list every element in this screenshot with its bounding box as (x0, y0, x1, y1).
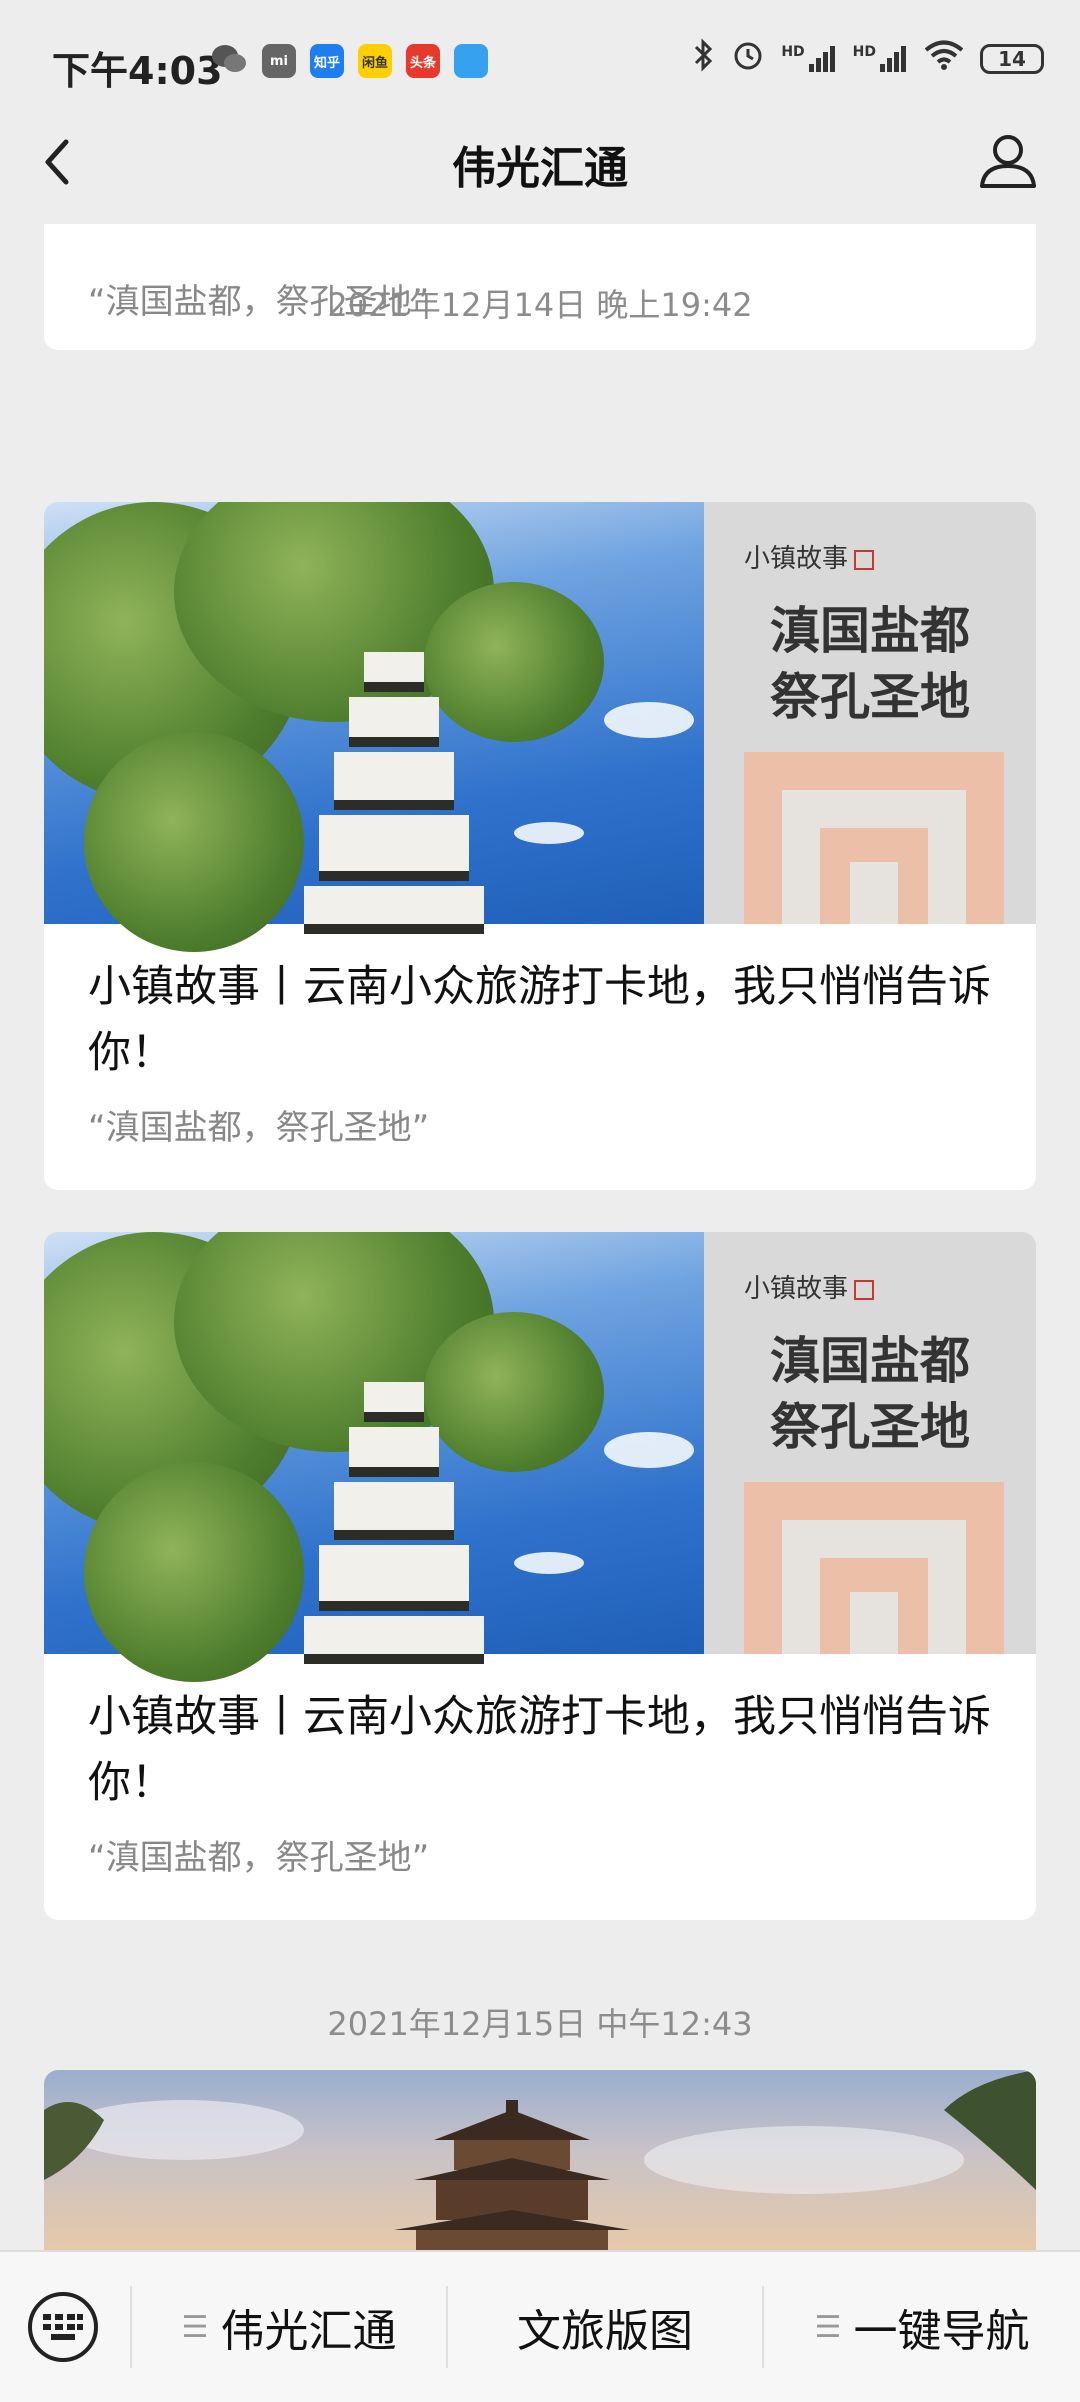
keyboard-icon (43, 2314, 83, 2340)
signal-icon-2: HD (853, 44, 908, 74)
menu-item-label: 文旅版图 (517, 2306, 693, 2357)
xianyu-app-icon: 闲鱼 (358, 44, 392, 78)
cover-headline: 祭孔圣地 (770, 668, 970, 726)
article-cover: 小镇故事 滇国盐都 祭孔圣地 (44, 1232, 1036, 1682)
wifi-icon (924, 39, 964, 79)
article-card[interactable]: 小镇故事 滇国盐都 祭孔圣地 小镇故事丨云南小众旅游打卡地，我只悄悄告诉你！ “… (44, 502, 1036, 1190)
status-time: 下午4:03 (52, 49, 223, 93)
article-title[interactable]: 小镇故事丨云南小众旅游打卡地，我只悄悄告诉你！ (88, 954, 992, 1086)
menu-item-label: 伟光汇通 (220, 2306, 397, 2357)
cover-headline: 祭孔圣地 (770, 1398, 970, 1456)
article-cover: 小镇故事 滇国盐都 祭孔圣地 (44, 502, 1036, 952)
bottom-menu: ☰ 伟光汇通 文旅版图 ☰ 一键导航 (0, 2250, 1080, 2402)
signal-label: HD (852, 44, 876, 60)
toutiao-app-icon: 头条 (406, 44, 440, 78)
page-title: 伟光汇通 (452, 143, 628, 194)
article-digest: “滇国盐都，祭孔圣地” (88, 1838, 430, 1878)
profile-button[interactable] (976, 128, 1040, 192)
article-title[interactable]: 小镇故事丨云南小众旅游打卡地，我只悄悄告诉你！ (88, 1684, 992, 1816)
mi-app-icon: mi (262, 44, 296, 78)
cover-subtitle: 小镇故事 (744, 1274, 849, 1304)
article-card-partial[interactable] (44, 2070, 1036, 2250)
app-header: 伟光汇通 (0, 100, 1080, 224)
cover-subtitle: 小镇故事 (744, 544, 849, 574)
bluetooth-icon (693, 38, 715, 80)
tower-image (44, 2070, 1036, 2250)
message-feed[interactable]: “滇国盐都，祭孔圣地” 2021年12月14日 晚上19:42 小镇故事 滇国盐 (0, 224, 1080, 2250)
seal-icon (854, 1279, 875, 1300)
notification-icons: mi 知乎 闲鱼 头条 (210, 42, 488, 80)
article-digest: “滇国盐都，祭孔圣地” (88, 1108, 430, 1148)
menu-item-map[interactable]: 文旅版图 (448, 2252, 762, 2402)
signal-label: HD (781, 44, 805, 60)
cover-headline: 滇国盐都 (770, 1332, 970, 1390)
keyboard-toggle-button[interactable] (28, 2292, 98, 2362)
menu-item-label: 一键导航 (853, 2306, 1030, 2357)
system-icons: HD HD 14 (693, 38, 1044, 80)
article-cover (44, 2070, 1036, 2250)
menu-item-weiguang[interactable]: ☰ 伟光汇通 (132, 2252, 446, 2402)
seal-icon (854, 549, 875, 570)
user-icon (980, 135, 1036, 188)
article-card[interactable]: 小镇故事 滇国盐都 祭孔圣地 小镇故事丨云南小众旅游打卡地，我只悄悄告诉你！ “… (44, 1232, 1036, 1920)
timestamp: 2021年12月14日 晚上19:42 (327, 286, 753, 324)
zhihu-app-icon: 知乎 (310, 44, 344, 78)
submenu-icon: ☰ (814, 2309, 842, 2345)
signal-icon-1: HD (781, 44, 836, 74)
cover-headline: 滇国盐都 (770, 602, 970, 660)
wechat-icon (210, 42, 248, 80)
menu-item-navigation[interactable]: ☰ 一键导航 (764, 2252, 1080, 2402)
battery-icon: 14 (980, 44, 1044, 74)
alarm-icon (731, 38, 765, 80)
submenu-icon: ☰ (181, 2309, 209, 2345)
app-icon (454, 44, 488, 78)
timestamp: 2021年12月15日 中午12:43 (327, 2005, 753, 2043)
